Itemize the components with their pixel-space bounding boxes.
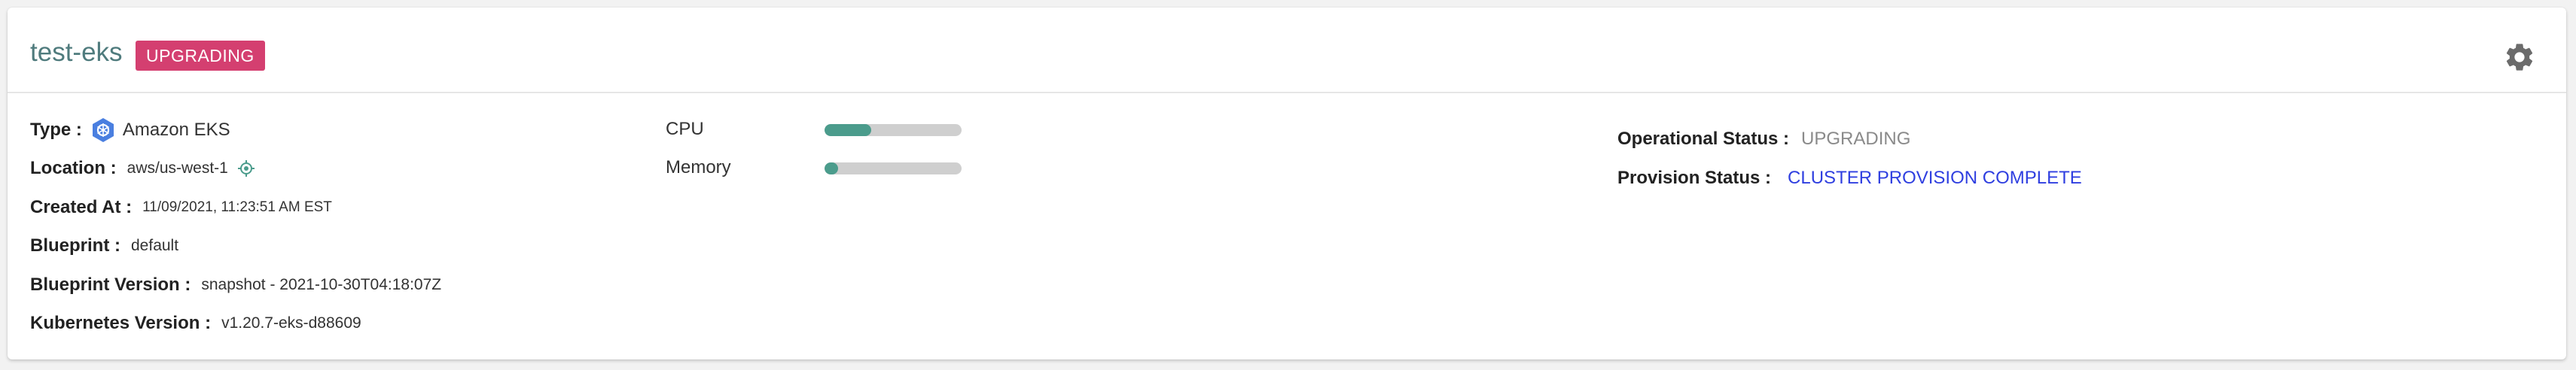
type-row: Type : Amazon EKS — [30, 117, 230, 143]
memory-usage-bar — [825, 162, 962, 174]
blueprint-version-row: Blueprint Version : snapshot - 2021-10-3… — [30, 272, 441, 298]
provision-status-label: Provision Status : — [1617, 168, 1772, 188]
card-header: test-eks UPGRADING — [8, 8, 2566, 93]
cluster-name[interactable]: test-eks — [30, 35, 123, 71]
gear-icon[interactable] — [2503, 41, 2536, 74]
created-at-label: Created At : — [30, 197, 133, 217]
blueprint-row: Blueprint : default — [30, 233, 178, 259]
kubernetes-icon — [92, 118, 114, 142]
operational-status-label: Operational Status : — [1617, 129, 1790, 149]
created-at-value: 11/09/2021, 11:23:51 AM EST — [142, 199, 332, 215]
type-label: Type : — [30, 120, 82, 140]
operational-status-value: UPGRADING — [1801, 129, 1911, 149]
location-label: Location : — [30, 158, 117, 178]
provision-status-value[interactable]: CLUSTER PROVISION COMPLETE — [1788, 168, 2082, 189]
cpu-label: CPU — [666, 119, 704, 139]
type-value: Amazon EKS — [122, 120, 230, 140]
blueprint-version-value: snapshot - 2021-10-30T04:18:07Z — [201, 276, 442, 293]
kubernetes-version-row: Kubernetes Version : v1.20.7-eks-d88609 — [30, 311, 361, 336]
cluster-card: test-eks UPGRADING Type : Amazon EKS Loc… — [8, 8, 2566, 359]
kubernetes-version-label: Kubernetes Version : — [30, 313, 212, 333]
kubernetes-version-value: v1.20.7-eks-d88609 — [221, 314, 361, 332]
status-badge: UPGRADING — [136, 41, 265, 71]
memory-label: Memory — [666, 157, 731, 177]
cpu-usage-bar — [825, 124, 962, 136]
locate-icon[interactable] — [237, 159, 255, 177]
cpu-usage-fill — [825, 124, 871, 136]
location-row: Location : aws/us-west-1 — [30, 156, 255, 181]
provision-status-row: Provision Status : CLUSTER PROVISION COM… — [1617, 168, 2082, 189]
blueprint-label: Blueprint : — [30, 235, 120, 256]
memory-usage-fill — [825, 162, 839, 174]
blueprint-version-label: Blueprint Version : — [30, 274, 191, 295]
operational-status-row: Operational Status : UPGRADING — [1617, 129, 1910, 150]
location-value: aws/us-west-1 — [127, 159, 228, 177]
created-at-row: Created At : 11/09/2021, 11:23:51 AM EST — [30, 195, 332, 220]
blueprint-value: default — [131, 237, 179, 254]
